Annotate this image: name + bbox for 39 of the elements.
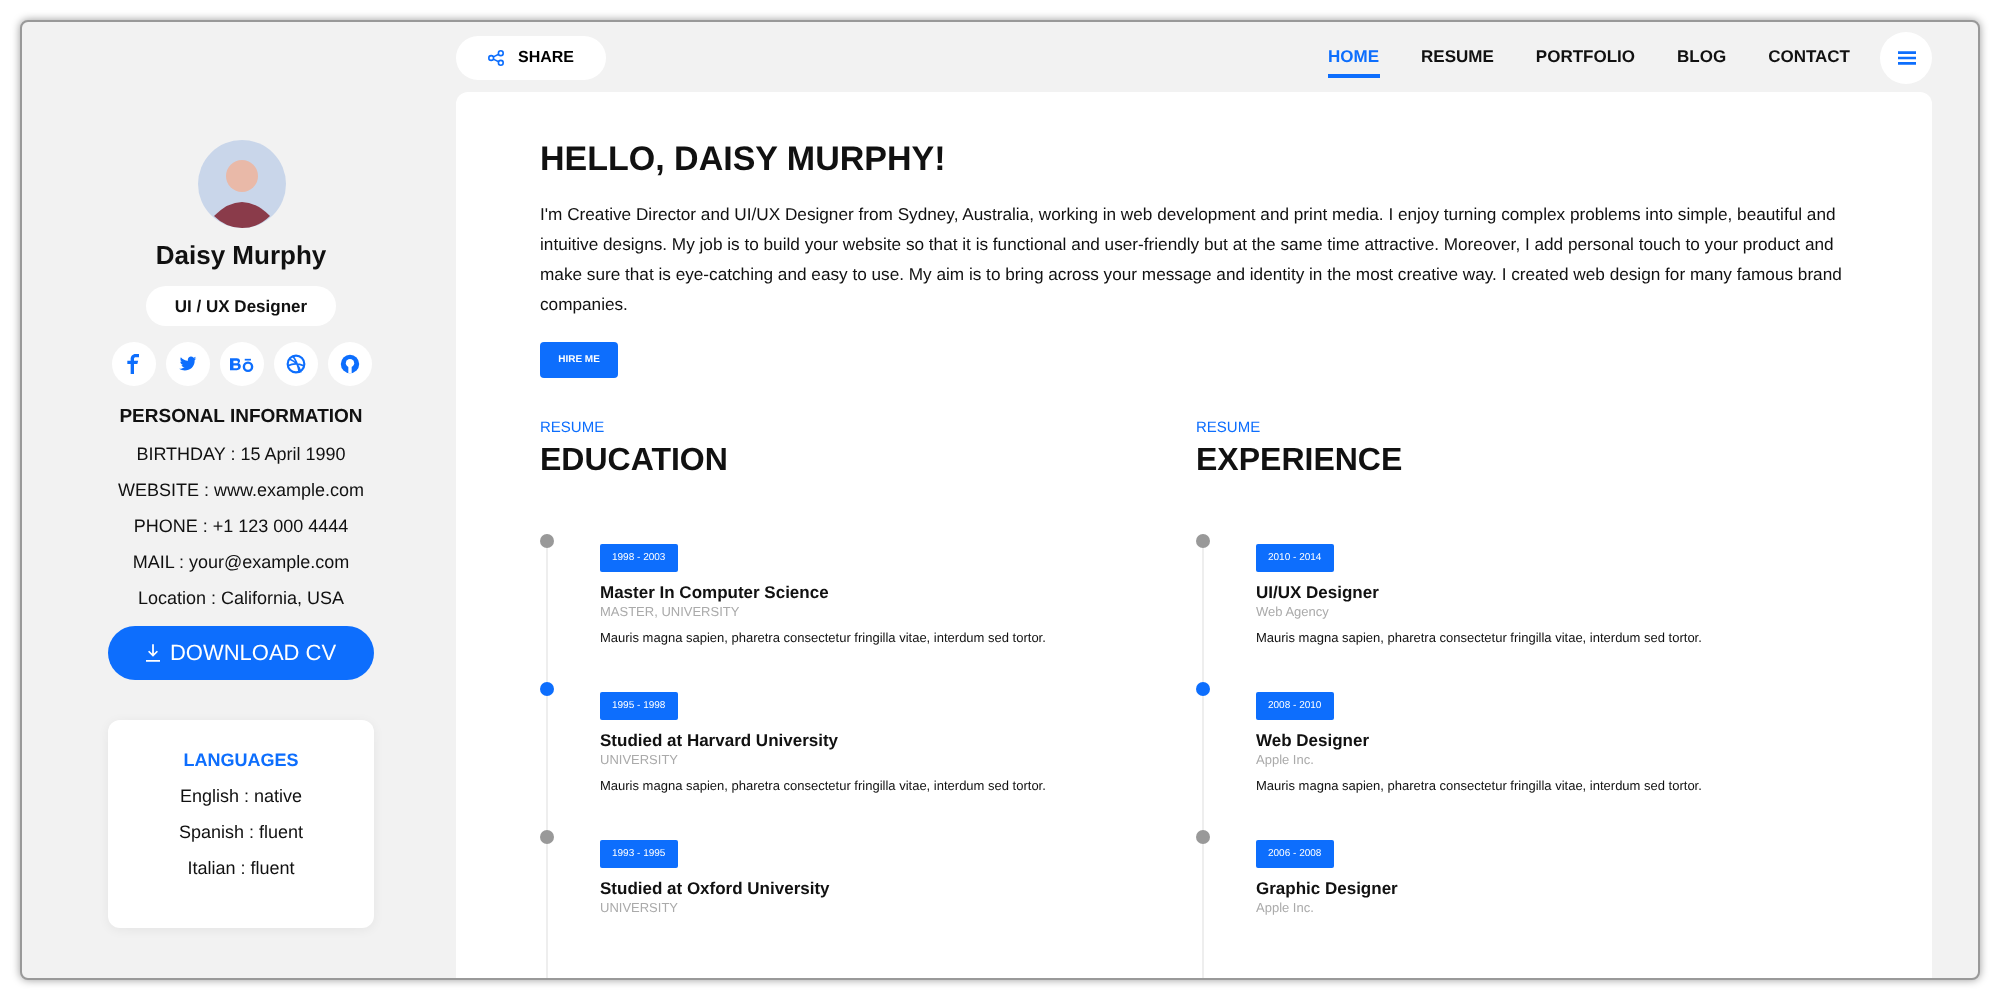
languages-heading: LANGUAGES: [183, 750, 299, 770]
github-icon[interactable]: [327, 342, 371, 386]
entry-title: Studied at Harvard University: [600, 730, 841, 750]
entry-title: UI/UX Designer: [1256, 582, 1381, 602]
profile-name: Daisy Murphy: [155, 240, 327, 270]
section-heading: PERSONAL INFORMATION: [119, 406, 363, 428]
download-button[interactable]: DOWNLOAD CV: [108, 626, 374, 680]
behance-icon[interactable]: [219, 342, 263, 386]
info-line: BIRTHDAY : 15 April 1990: [136, 444, 346, 464]
info-line: WEBSITE : www.example.com: [117, 480, 365, 500]
language-item: English : native: [179, 786, 303, 806]
download-icon: [145, 644, 160, 662]
nav-link[interactable]: BLOG: [1677, 37, 1727, 77]
entry-title: Web Designer: [1256, 730, 1372, 750]
nav-link[interactable]: HOME: [1328, 37, 1380, 77]
twitter-icon[interactable]: [165, 342, 209, 386]
info-line: MAIL : your@example.com: [132, 552, 350, 572]
section-title: EXPERIENCE: [1196, 444, 1405, 480]
role-pill: UI / UX Designer: [146, 286, 336, 326]
nav-link[interactable]: CONTACT: [1768, 37, 1850, 77]
info-line: PHONE : +1 123 000 4444: [133, 516, 349, 536]
info-line: Location : California, USA: [137, 588, 345, 608]
menu-icon: [1897, 49, 1915, 65]
menu-button[interactable]: [1880, 31, 1932, 83]
nav-link[interactable]: RESUME: [1421, 37, 1494, 77]
language-item: Italian : fluent: [187, 858, 295, 878]
intro-paragraph: I'm Creative Director and UI/UX Designer from Sydney, Australia, working in web development and print media. I enjoy turning complex problems into simple, beautiful and intuitive designs. My job is to build your website so that it is functional and user-friendly but at the same time attractive. Moreover, I add personal touch to your product and make sure that is eye-catching and easy to use. My aim is to bring across your message and identity in the most creative way. I created web design for many famous brand companies.: [540, 202, 1844, 318]
facebook-icon[interactable]: [111, 342, 155, 386]
language-item: Spanish : fluent: [178, 822, 304, 842]
entry-title: Graphic Designer: [1256, 878, 1400, 898]
nav-link[interactable]: PORTFOLIO: [1535, 37, 1636, 77]
dribbble-icon[interactable]: [273, 342, 317, 386]
entry-title: Master In Computer Science: [600, 582, 831, 602]
hero-title: HELLO, DAISY MURPHY!: [540, 140, 948, 180]
share-icon: [487, 49, 504, 65]
share-button[interactable]: SHARE: [456, 35, 606, 79]
avatar: [197, 140, 285, 228]
entry-title: Studied at Oxford University: [600, 878, 832, 898]
section-title: EDUCATION: [540, 444, 730, 480]
